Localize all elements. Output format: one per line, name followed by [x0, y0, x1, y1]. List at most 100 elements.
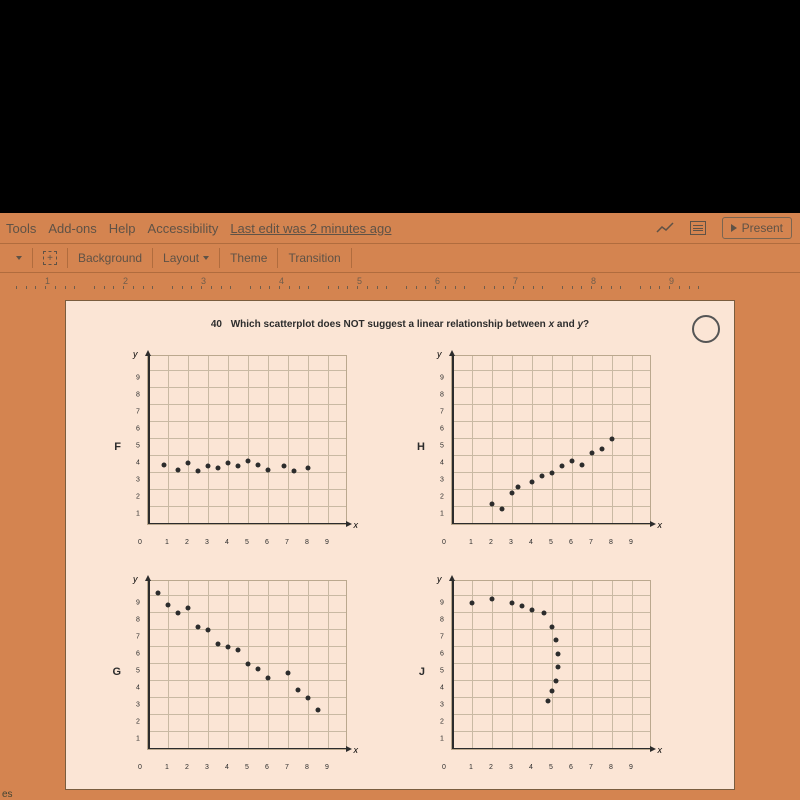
- x-tick: 6: [569, 764, 573, 771]
- menubar: Tools Add-ons Help Accessibility Last ed…: [0, 213, 800, 243]
- y-axis-label: y: [133, 574, 138, 584]
- data-point: [540, 474, 545, 479]
- y-tick: 5: [136, 443, 140, 450]
- y-tick: 8: [440, 617, 444, 624]
- x-tick: 3: [205, 539, 209, 546]
- tool-layout[interactable]: Layout: [153, 248, 220, 268]
- x-tick: 6: [569, 539, 573, 546]
- data-point: [550, 689, 555, 694]
- y-axis-label: y: [437, 349, 442, 359]
- data-point: [266, 467, 271, 472]
- chart-H: H1234567891234567890yx: [415, 348, 689, 545]
- data-point: [530, 607, 535, 612]
- data-point: [516, 484, 521, 489]
- origin-label: 0: [442, 764, 446, 771]
- x-tick: 2: [185, 539, 189, 546]
- y-tick: 4: [440, 460, 444, 467]
- x-tick: 2: [185, 764, 189, 771]
- data-point: [286, 670, 291, 675]
- menu-accessibility[interactable]: Accessibility: [148, 221, 219, 236]
- ruler-mark: 5: [357, 276, 362, 286]
- y-tick: 5: [440, 443, 444, 450]
- footer-fragment: es: [2, 789, 13, 800]
- x-axis-label: x: [354, 745, 359, 755]
- x-tick: 3: [205, 764, 209, 771]
- chart-icon[interactable]: [656, 222, 674, 234]
- y-tick: 7: [440, 409, 444, 416]
- x-tick: 8: [305, 539, 309, 546]
- data-point: [554, 638, 559, 643]
- present-button[interactable]: Present: [722, 217, 792, 239]
- answer-circle[interactable]: [692, 315, 720, 343]
- y-tick: 4: [440, 685, 444, 692]
- data-point: [266, 675, 271, 680]
- x-tick: 3: [509, 764, 513, 771]
- data-point: [196, 624, 201, 629]
- chart-G: G1234567891234567890yx: [111, 573, 385, 770]
- data-point: [206, 628, 211, 633]
- y-tick: 8: [136, 617, 140, 624]
- data-point: [510, 600, 515, 605]
- tool-transition[interactable]: Transition: [278, 248, 351, 268]
- y-tick: 9: [136, 375, 140, 382]
- y-tick: 8: [136, 392, 140, 399]
- edit-status[interactable]: Last edit was 2 minutes ago: [230, 221, 391, 236]
- data-point: [186, 460, 191, 465]
- plot-wrap: 1234567891234567890yx: [127, 349, 357, 544]
- y-tick: 9: [440, 600, 444, 607]
- x-tick: 6: [265, 539, 269, 546]
- x-axis-label: x: [354, 520, 359, 530]
- y-tick: 7: [136, 634, 140, 641]
- app-chrome: Tools Add-ons Help Accessibility Last ed…: [0, 213, 800, 800]
- chart-label: H: [415, 441, 425, 453]
- plot-wrap: 1234567891234567890yx: [127, 574, 357, 769]
- x-tick: 5: [549, 764, 553, 771]
- x-tick: 7: [589, 539, 593, 546]
- slide[interactable]: 40 Which scatterplot does NOT suggest a …: [65, 300, 735, 790]
- data-point: [490, 501, 495, 506]
- play-icon: [731, 224, 737, 232]
- x-tick: 5: [245, 764, 249, 771]
- data-point: [296, 687, 301, 692]
- data-point: [610, 437, 615, 442]
- menu-addons[interactable]: Add-ons: [48, 221, 96, 236]
- chart-label: G: [111, 666, 121, 678]
- data-point: [546, 699, 551, 704]
- tool-background[interactable]: Background: [68, 248, 153, 268]
- x-tick: 5: [549, 539, 553, 546]
- canvas-area: 40 Which scatterplot does NOT suggest a …: [0, 290, 800, 800]
- plot: [451, 580, 651, 750]
- data-point: [556, 665, 561, 670]
- plot-wrap: 1234567891234567890yx: [431, 574, 661, 769]
- ruler-mark: 2: [123, 276, 128, 286]
- menubar-right: Present: [656, 217, 792, 239]
- menu-help[interactable]: Help: [109, 221, 136, 236]
- ruler-mark: 8: [591, 276, 596, 286]
- tool-theme[interactable]: Theme: [220, 248, 278, 268]
- data-point: [156, 590, 161, 595]
- y-tick: 5: [440, 668, 444, 675]
- x-tick: 9: [325, 764, 329, 771]
- data-point: [246, 662, 251, 667]
- y-tick: 4: [136, 460, 140, 467]
- data-point: [226, 645, 231, 650]
- y-tick: 3: [440, 477, 444, 484]
- y-tick: 3: [136, 477, 140, 484]
- tool-caret[interactable]: [6, 248, 33, 268]
- ruler-mark: 4: [279, 276, 284, 286]
- y-tick: 9: [440, 375, 444, 382]
- plot-wrap: 1234567891234567890yx: [431, 349, 661, 544]
- y-tick: 7: [136, 409, 140, 416]
- x-tick: 7: [589, 764, 593, 771]
- x-tick: 1: [165, 764, 169, 771]
- menu-tools[interactable]: Tools: [6, 221, 36, 236]
- charts-grid: F1234567891234567890yxH12345678912345678…: [76, 340, 724, 770]
- data-point: [570, 459, 575, 464]
- comments-icon[interactable]: [690, 221, 706, 235]
- origin-label: 0: [138, 764, 142, 771]
- ruler-mark: 9: [669, 276, 674, 286]
- question-text: 40 Which scatterplot does NOT suggest a …: [76, 319, 724, 330]
- y-tick: 2: [440, 494, 444, 501]
- tool-new-slide[interactable]: +: [33, 248, 68, 268]
- y-tick: 2: [136, 494, 140, 501]
